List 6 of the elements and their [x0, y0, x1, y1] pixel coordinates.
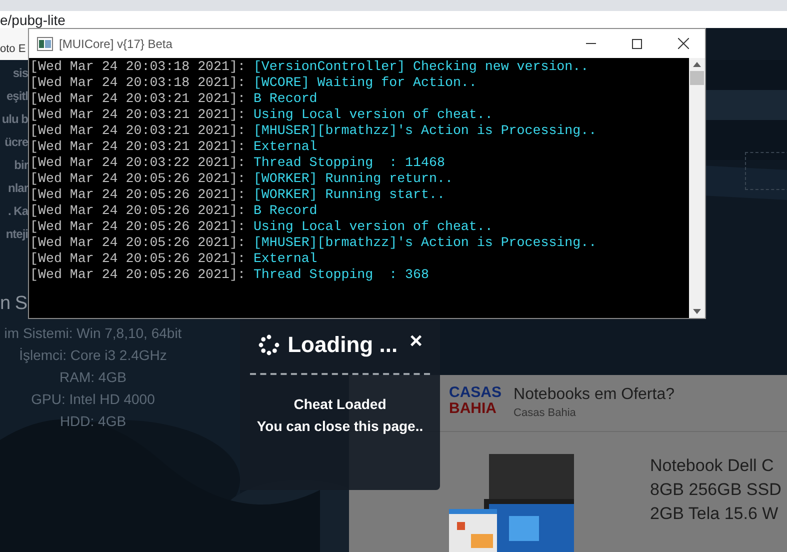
maximize-icon[interactable]	[632, 38, 642, 48]
window-title: [MUICore] v{17} Beta	[59, 36, 172, 52]
bookmark-link[interactable]: oto E	[0, 40, 26, 60]
console-app-icon	[37, 36, 53, 50]
address-bar[interactable]: e/pubg-lite	[0, 11, 787, 28]
close-icon[interactable]	[678, 38, 689, 49]
